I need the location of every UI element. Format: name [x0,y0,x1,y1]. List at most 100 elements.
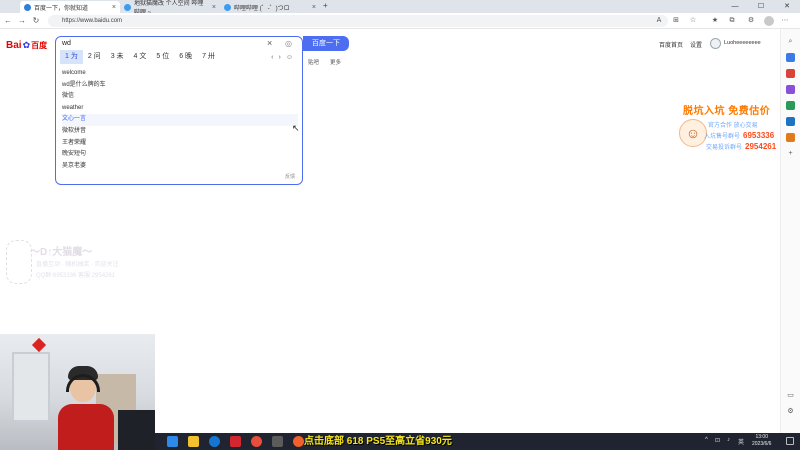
promo-number: 6953336 [743,131,775,140]
close-tab-icon[interactable]: × [112,4,116,11]
ime-candidate[interactable]: 7 卅 [197,50,220,64]
watermark-line: 直播互动 · 随机抽奖 · 欢迎关注 [36,262,119,268]
suggestion-item[interactable]: wd是什么牌的车 [62,80,298,92]
file-explorer-icon[interactable] [188,436,199,447]
tab-bilibili[interactable]: 哔哩哔哩 (゜-゜)つロ × [220,1,320,13]
suggestion-item[interactable]: 吴京老婆 [62,161,298,173]
edge-icon[interactable] [209,436,220,447]
favorite-star-icon[interactable]: ☆ [688,16,698,26]
suggestion-item-highlighted[interactable]: 文心一言 [62,114,298,126]
watermark-name: ～D↑大猫魔～ [30,247,93,258]
tray-network-icon[interactable]: ⊡ [715,437,720,444]
header-link-settings[interactable]: 设置 [690,40,702,49]
ime-candidate[interactable]: 4 文 [129,50,152,64]
start-icon[interactable] [167,436,178,447]
promo-number: 2954261 [745,142,777,151]
forward-icon[interactable]: → [16,15,28,27]
shopping-icon[interactable] [786,69,795,78]
tray-ime-icon[interactable]: 英 [738,437,744,446]
clock-time: 13:00 [755,434,768,440]
baidu-paw-icon: ✿ [22,39,31,50]
watermark-mascot-icon [6,240,32,284]
more-menu-icon[interactable]: ⋯ [780,16,790,26]
settings-gear-icon[interactable]: ⚙ [786,407,795,416]
suggestion-item[interactable]: 微信 [62,91,298,103]
suggestion-list: welcome wd是什么牌的车 微信 weather 文心一言 微软拼音 王者… [62,68,298,172]
url-text: https://www.baidu.com [62,18,123,24]
ime-candidate-bar: 1 为 2 问 3 未 4 文 5 位 6 晚 7 卅 ‹ › ☺ [60,50,293,64]
read-aloud-icon[interactable]: A [654,16,664,26]
new-tab-icon[interactable]: + [323,1,328,10]
suggestion-item[interactable]: 晚安短句 [62,149,298,161]
promo-lines: 官方合作 放心交易 [708,120,758,129]
baidu-favicon-icon [24,3,31,11]
suggestion-item[interactable]: 微软拼音 [62,126,298,138]
feedback-link[interactable]: 反馈 [285,173,295,180]
windows-taskbar [155,433,800,450]
ime-prev-icon[interactable]: ‹ [271,54,273,61]
taskbar-clock[interactable]: 13:00 2023/6/6 [752,434,771,448]
app-orange-icon[interactable] [251,436,262,447]
collections-icon[interactable]: ⧉ [727,16,737,26]
notification-icon[interactable] [786,437,794,445]
tab-bilibili-space[interactable]: 地狱猫魔改 个人空间 哔哩哔哩 ~ × [120,1,220,16]
search-input[interactable]: wd [62,40,71,47]
suggestion-item[interactable]: 王者荣耀 [62,138,298,150]
sidebar-layout-icon[interactable]: ▭ [786,391,795,400]
discover-icon[interactable] [786,53,795,62]
browser-tab-strip: 百度一下，你就知道 × 地狱猫魔改 个人空间 哔哩哔哩 ~ × 哔哩哔哩 (゜-… [0,0,800,16]
ime-candidate[interactable]: 5 位 [151,50,174,64]
window-controls: — ☐ ✕ [722,0,800,13]
office-icon[interactable] [786,117,795,126]
edge-sidebar: ⌕ + ▭ ⚙ [780,29,800,433]
suggestion-item[interactable]: weather [62,103,298,115]
promo-line-group-2: 交易投诉群号 2954261 [706,142,776,151]
tab-baidu[interactable]: 百度一下，你就知道 × [20,1,120,13]
close-window-button[interactable]: ✕ [774,0,800,13]
tray-volume-icon[interactable]: ♪ [727,437,730,443]
maximize-button[interactable]: ☐ [748,0,774,13]
address-bar[interactable]: https://www.baidu.com [48,15,668,27]
webcam-feed [0,334,155,450]
search-button[interactable]: 百度一下 [303,36,349,51]
user-avatar[interactable] [710,38,721,49]
tray-overflow-icon[interactable]: ^ [705,437,708,443]
ime-emoji-icon[interactable]: ☺ [286,54,293,61]
outlook-icon[interactable] [786,133,795,142]
watermark-line: QQ群:6953336 客服:2954261 [36,273,116,279]
back-icon[interactable]: ← [2,15,14,27]
header-link-home[interactable]: 百度首页 [659,40,683,49]
search-icon[interactable]: ⌕ [786,37,795,46]
subnav-more[interactable]: 更多 [330,58,341,66]
refresh-icon[interactable]: ↻ [30,15,42,27]
subnav-tieba[interactable]: 贴吧 [308,58,319,66]
ime-candidate[interactable]: 3 未 [106,50,129,64]
mouse-cursor-icon: ↖ [292,123,300,133]
promo-title: 脱坑入坑 免费估价 [683,106,771,117]
clear-input-icon[interactable]: × [267,38,272,48]
tools-icon[interactable] [786,85,795,94]
ime-candidate[interactable]: 2 问 [83,50,106,64]
promo-ticker: 点击底部 618 PS5至高立省930元 [304,436,452,447]
reader-icon[interactable]: ⊞ [671,16,681,26]
minimize-button[interactable]: — [722,0,748,13]
username[interactable]: Luoheeeeeeee [724,40,761,46]
image-search-camera-icon[interactable]: ◎ [285,39,292,48]
add-sidebar-icon[interactable]: + [786,149,795,158]
close-tab-icon[interactable]: × [212,4,216,11]
extensions-icon[interactable]: ⚙ [746,16,756,26]
baidu-logo[interactable]: Bai ✿ 百度 [6,39,47,51]
games-icon[interactable] [786,101,795,110]
app-red-icon[interactable] [230,436,241,447]
tab-label: 百度一下，你就知道 [34,5,89,12]
ime-candidate[interactable]: 6 晚 [174,50,197,64]
close-tab-icon[interactable]: × [312,4,316,11]
profile-icon[interactable] [764,16,774,26]
promo-line-group-1: 入坑售号群号 6953336 [704,131,774,140]
recorder-icon[interactable] [293,436,304,447]
suggestion-item[interactable]: welcome [62,68,298,80]
app-gray-icon[interactable] [272,436,283,447]
favorites-icon[interactable]: ★ [710,16,720,26]
ime-candidate[interactable]: 1 为 [60,50,83,64]
ime-next-icon[interactable]: › [279,54,281,61]
